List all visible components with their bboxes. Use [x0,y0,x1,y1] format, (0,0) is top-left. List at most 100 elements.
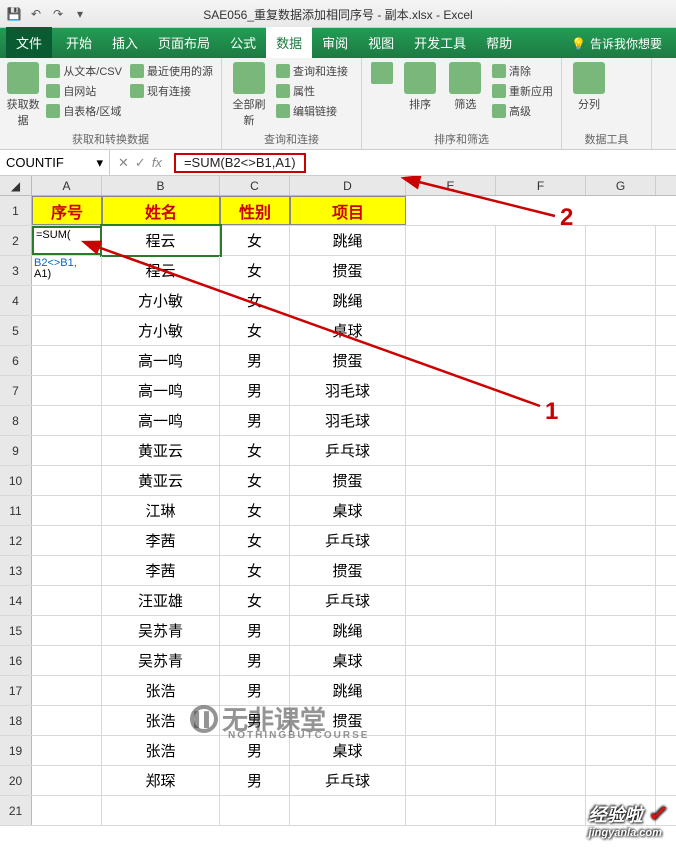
from-text-csv[interactable]: 从文本/CSV [44,62,124,80]
cell[interactable] [586,586,656,615]
formula-bar[interactable]: =SUM(B2<>B1,A1) [170,150,676,175]
cell[interactable] [496,646,586,675]
cell[interactable]: 乒乓球 [290,586,406,615]
cell[interactable]: 女 [220,466,290,495]
cell[interactable] [586,646,656,675]
cell[interactable] [406,436,496,465]
clear-filter[interactable]: 清除 [490,62,555,80]
cell[interactable]: 郑琛 [102,766,220,795]
cell[interactable] [32,556,102,585]
cell[interactable] [406,616,496,645]
tab-review[interactable]: 审阅 [312,27,358,58]
cell[interactable] [406,466,496,495]
row-header[interactable]: 12 [0,526,32,555]
cell[interactable]: 掼蛋 [290,256,406,285]
row-header[interactable]: 6 [0,346,32,375]
cell[interactable] [406,766,496,795]
tell-me[interactable]: 💡 告诉我你想要 [563,29,670,58]
cell[interactable]: 乒乓球 [290,526,406,555]
cell[interactable] [32,586,102,615]
cell[interactable] [496,676,586,705]
row-header[interactable]: 4 [0,286,32,315]
cell[interactable]: 男 [220,406,290,435]
cell[interactable]: 高一鸣 [102,346,220,375]
cell[interactable] [496,706,586,735]
cell[interactable]: 跳绳 [290,616,406,645]
cell[interactable]: 羽毛球 [290,406,406,435]
cell[interactable] [32,346,102,375]
from-table[interactable]: 自表格/区域 [44,102,124,120]
cell[interactable] [496,796,586,825]
text-to-columns-button[interactable]: 分列 [568,62,610,112]
cell[interactable]: 女 [220,526,290,555]
tab-help[interactable]: 帮助 [476,27,522,58]
cell[interactable] [406,676,496,705]
cell[interactable] [496,466,586,495]
cell[interactable]: 程云 [102,226,220,255]
cell[interactable]: 黄亚云 [102,436,220,465]
cell[interactable] [586,316,656,345]
cell[interactable] [32,796,102,825]
cell[interactable]: 高一鸣 [102,376,220,405]
col-header-F[interactable]: F [496,176,586,195]
select-all-button[interactable]: ◢ [0,176,32,195]
row-header[interactable]: 21 [0,796,32,825]
row-header[interactable]: 11 [0,496,32,525]
cell[interactable] [406,706,496,735]
row-header[interactable]: 7 [0,376,32,405]
cell[interactable]: 跳绳 [290,286,406,315]
undo-icon[interactable]: ↶ [28,6,44,22]
row-header[interactable]: 20 [0,766,32,795]
cell[interactable]: 乒乓球 [290,766,406,795]
sort-button[interactable]: 排序 [400,62,441,112]
cell[interactable] [220,796,290,825]
cell[interactable] [586,736,656,765]
cell[interactable]: 黄亚云 [102,466,220,495]
cell[interactable] [496,376,586,405]
col-header-B[interactable]: B [102,176,220,195]
cell[interactable] [406,196,496,225]
refresh-all-button[interactable]: 全部刷新 [228,62,270,128]
cell[interactable] [496,616,586,645]
reapply-filter[interactable]: 重新应用 [490,82,555,100]
tab-insert[interactable]: 插入 [102,27,148,58]
filter-button[interactable]: 筛选 [445,62,486,112]
row-header[interactable]: 2 [0,226,32,255]
cell[interactable]: 吴苏青 [102,646,220,675]
cell[interactable]: 女 [220,226,290,255]
cell[interactable] [32,736,102,765]
cell[interactable] [406,406,496,435]
cell[interactable]: 程云 [102,256,220,285]
queries-conn[interactable]: 查询和连接 [274,62,350,80]
cell[interactable] [496,766,586,795]
cell[interactable]: 乒乓球 [290,436,406,465]
cell[interactable] [406,556,496,585]
cell[interactable] [586,376,656,405]
row-header[interactable]: 3 [0,256,32,285]
name-box-dropdown-icon[interactable]: ▾ [96,155,103,171]
tab-view[interactable]: 视图 [358,27,404,58]
tab-layout[interactable]: 页面布局 [148,27,220,58]
col-header-A[interactable]: A [32,176,102,195]
cell[interactable]: 跳绳 [290,226,406,255]
cell[interactable] [32,766,102,795]
tab-data[interactable]: 数据 [266,27,312,58]
properties[interactable]: 属性 [274,82,350,100]
cell[interactable] [586,706,656,735]
col-header-G[interactable]: G [586,176,656,195]
cell[interactable] [406,256,496,285]
cell[interactable] [406,496,496,525]
tab-formula[interactable]: 公式 [220,27,266,58]
cell[interactable] [406,796,496,825]
cell[interactable] [32,466,102,495]
cell[interactable] [586,496,656,525]
cell[interactable] [586,436,656,465]
save-icon[interactable]: 💾 [6,6,22,22]
cell[interactable] [496,346,586,375]
cell[interactable]: 女 [220,496,290,525]
cell[interactable] [32,706,102,735]
cell[interactable]: 李茜 [102,526,220,555]
row-header[interactable]: 15 [0,616,32,645]
cell[interactable] [32,286,102,315]
cell[interactable] [406,226,496,255]
